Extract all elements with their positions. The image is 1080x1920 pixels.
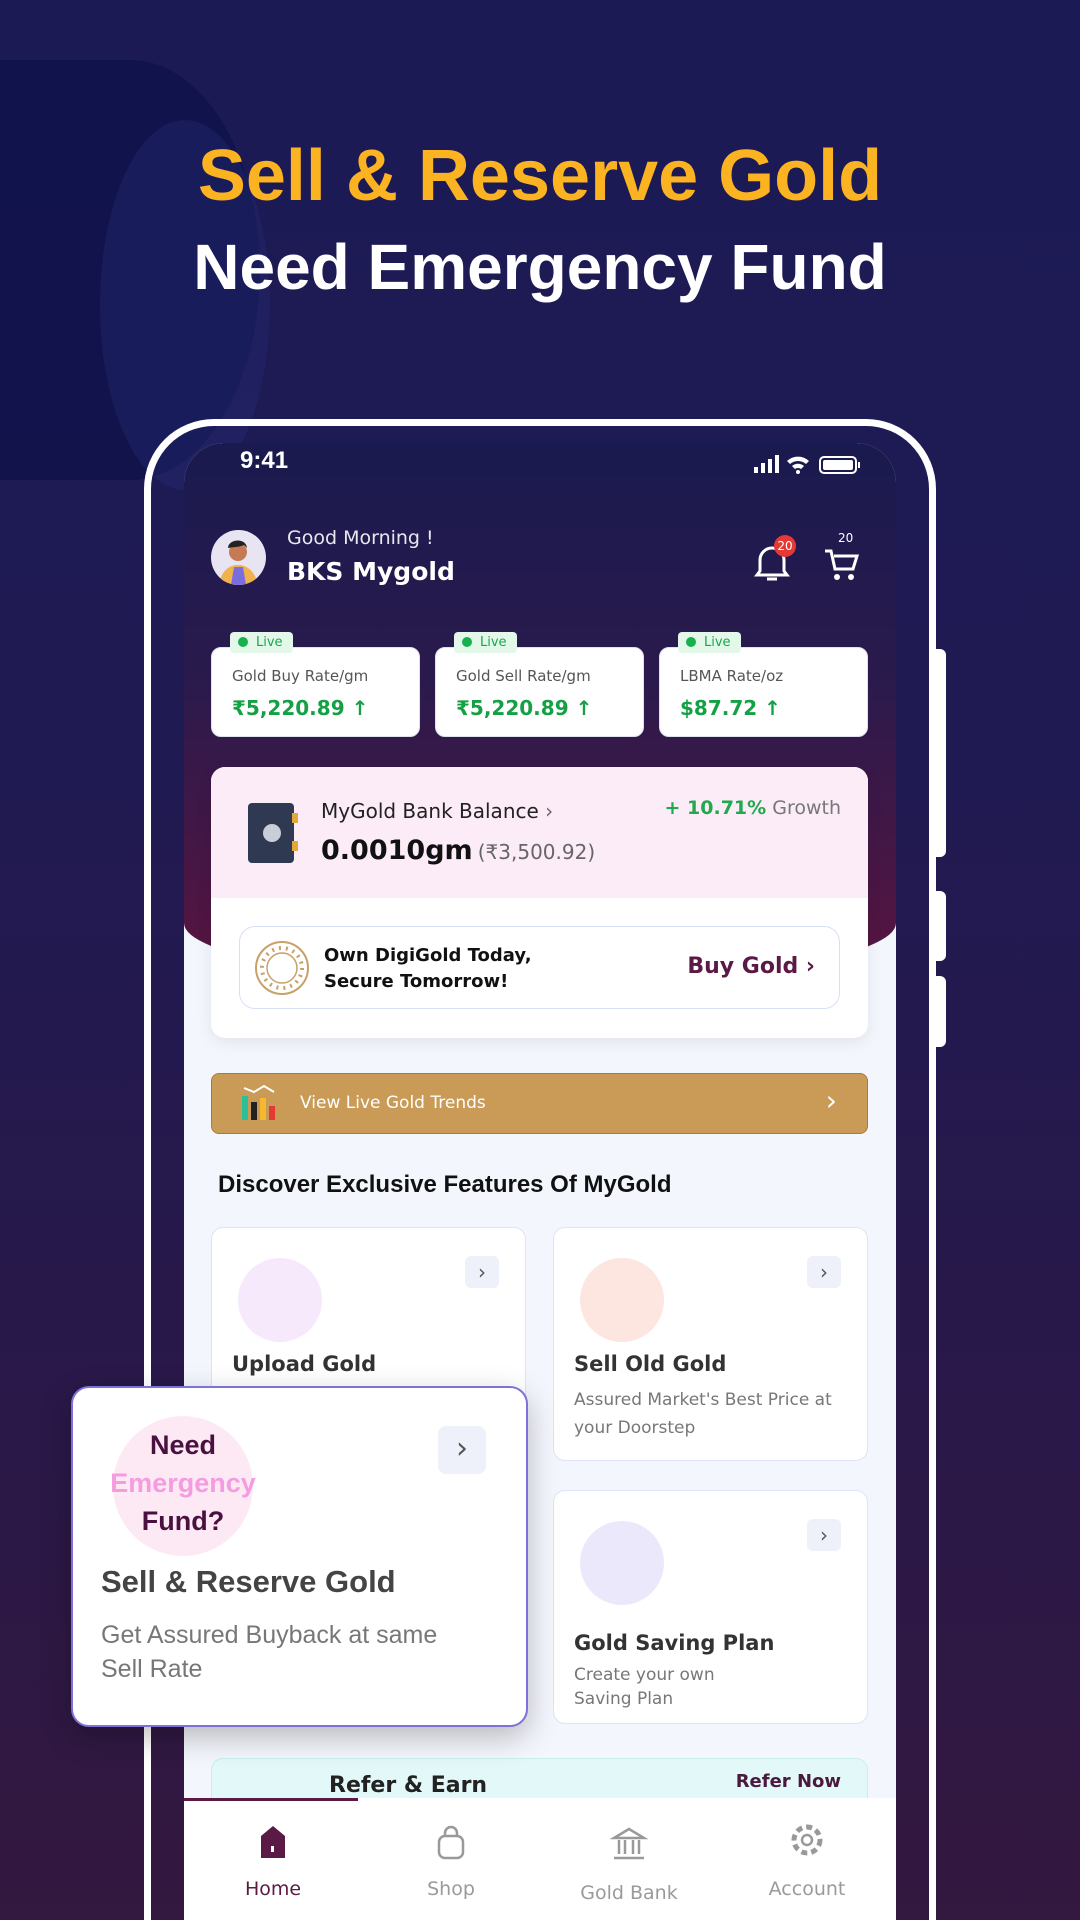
nav-shop[interactable]: Shop — [362, 1798, 540, 1920]
user-name: BKS Mygold — [287, 557, 455, 586]
rate-card-buy[interactable]: Live Gold Buy Rate/gm ₹5,220.89 ↑ — [211, 632, 420, 737]
rate-value: ₹5,220.89 ↑ — [232, 696, 369, 720]
rate-value: $87.72 ↑ — [680, 696, 781, 720]
promo-headline: Sell & Reserve Gold — [197, 136, 883, 216]
card-title: Sell & Reserve Gold — [101, 1564, 396, 1599]
cart-button[interactable]: 20 — [822, 531, 872, 587]
status-icons — [754, 455, 860, 474]
home-icon — [261, 1826, 285, 1858]
promo-subheadline: Need Emergency Fund — [193, 231, 887, 303]
upload-gold-icon — [238, 1258, 322, 1342]
avatar[interactable] — [211, 530, 266, 585]
live-badge: Live — [230, 632, 293, 653]
arrow-up-icon: ↑ — [764, 696, 781, 720]
shopping-bag-icon — [437, 1825, 465, 1860]
refer-now-link[interactable]: Refer Now — [736, 1771, 841, 1792]
rate-card-sell[interactable]: Live Gold Sell Rate/gm ₹5,220.89 ↑ — [435, 632, 644, 737]
chevron-right-icon: › — [805, 954, 815, 979]
notification-badge: 20 — [774, 535, 796, 557]
chart-icon — [242, 1084, 275, 1120]
rate-label: Gold Sell Rate/gm — [456, 667, 591, 685]
rate-label: Gold Buy Rate/gm — [232, 667, 369, 685]
cart-count: 20 — [838, 531, 854, 545]
arrow-up-icon: ↑ — [575, 696, 593, 720]
feature-sell-old-gold[interactable]: › Sell Old Gold Assured Market's Best Pr… — [553, 1227, 868, 1461]
section-title: Discover Exclusive Features Of MyGold — [218, 1171, 672, 1198]
balance-value: 0.0010gm (₹3,500.92) — [321, 835, 596, 866]
safe-icon — [248, 803, 298, 863]
refer-earn-card[interactable]: Refer & Earn Refer Now — [211, 1758, 868, 1798]
bank-icon — [609, 1827, 649, 1860]
gear-icon — [791, 1824, 823, 1856]
rate-card-lbma[interactable]: Live LBMA Rate/oz $87.72 ↑ — [659, 632, 868, 737]
phone-side-button — [936, 649, 946, 857]
sell-gold-icon — [580, 1258, 664, 1342]
balance-card: MyGold Bank Balance › 0.0010gm (₹3,500.9… — [211, 767, 868, 1038]
cart-icon — [825, 549, 860, 580]
phone-side-button — [936, 891, 946, 961]
live-dot-icon — [462, 637, 472, 647]
chevron-right-icon: › — [545, 799, 554, 823]
chevron-right-icon[interactable]: › — [465, 1256, 499, 1288]
live-dot-icon — [686, 637, 696, 647]
card-description: Get Assured Buyback at same Sell Rate — [101, 1621, 438, 1683]
nav-home[interactable]: Home — [184, 1798, 362, 1920]
live-badge: Live — [454, 632, 517, 653]
nav-gold-bank[interactable]: Gold Bank — [540, 1798, 718, 1920]
emergency-fund-text: Need Emergency Fund? — [110, 1430, 256, 1536]
rate-value: ₹5,220.89 ↑ — [456, 696, 593, 720]
pamp-logo — [255, 941, 309, 995]
arrow-up-icon: ↑ — [351, 696, 369, 720]
balance-title: MyGold Bank Balance › — [321, 799, 554, 823]
status-time: 9:41 — [240, 447, 289, 474]
vault-icon — [580, 1521, 664, 1605]
greeting-text: Good Morning ! — [287, 527, 434, 549]
chevron-right-icon[interactable]: › — [807, 1256, 841, 1288]
buy-banner-text: Own DigiGold Today, Secure Tomorrow! — [324, 945, 532, 992]
live-badge: Live — [678, 632, 741, 653]
sell-reserve-gold-card[interactable]: Need Emergency Fund? › Sell & Reserve Go… — [71, 1386, 528, 1727]
feature-gold-saving-plan[interactable]: › Gold Saving Plan Create your own Savin… — [553, 1490, 868, 1724]
buy-gold-banner[interactable]: Own DigiGold Today, Secure Tomorrow! Buy … — [239, 926, 840, 1009]
nav-account[interactable]: Account — [718, 1798, 896, 1920]
balance-summary[interactable]: MyGold Bank Balance › 0.0010gm (₹3,500.9… — [211, 767, 868, 898]
chevron-right-icon[interactable]: › — [438, 1426, 486, 1474]
growth-indicator: + 10.71% Growth — [664, 797, 842, 819]
rate-label: LBMA Rate/oz — [680, 667, 784, 685]
live-dot-icon — [238, 637, 248, 647]
live-gold-trends-button[interactable]: View Live Gold Trends › — [211, 1073, 868, 1134]
buy-gold-button[interactable]: Buy Gold › — [687, 954, 815, 979]
chevron-right-icon[interactable]: › — [807, 1519, 841, 1551]
phone-side-button — [936, 976, 946, 1047]
chevron-right-icon: › — [825, 1084, 837, 1117]
bottom-nav: Home Shop Gold Bank Account — [184, 1798, 896, 1920]
notification-button[interactable]: 20 — [752, 535, 802, 585]
